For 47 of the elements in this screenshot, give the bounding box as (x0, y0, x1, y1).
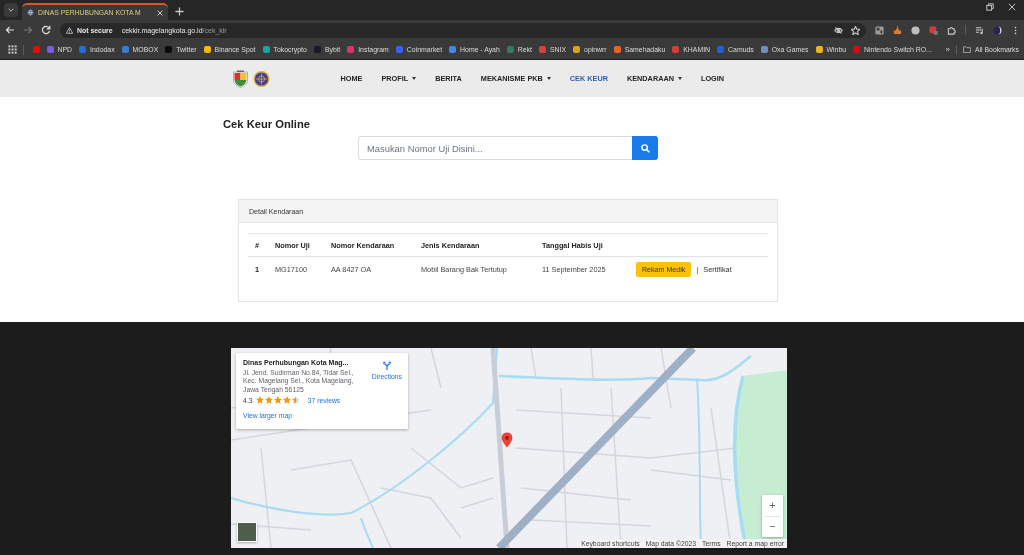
circle-icon (911, 25, 920, 35)
tray-icon (893, 25, 902, 35)
warning-icon (66, 26, 73, 34)
star-icon (264, 396, 273, 405)
grid-square-icon (875, 25, 884, 35)
close-icon[interactable] (157, 9, 163, 16)
profile-button[interactable] (993, 25, 1002, 35)
shield-logo-icon[interactable] (232, 69, 249, 88)
media-button[interactable] (975, 25, 984, 35)
star-icon (291, 396, 300, 405)
search-button[interactable] (632, 136, 658, 160)
tab-list-button[interactable] (4, 3, 18, 17)
chevron-down-icon (7, 6, 15, 14)
folder-icon (962, 46, 971, 53)
star-icon (273, 396, 282, 405)
forward-arrow-icon (23, 25, 33, 35)
extension-button[interactable] (893, 25, 902, 35)
more-bookmarks-button[interactable]: » (939, 45, 956, 54)
badge-tile-icon (929, 25, 938, 35)
extension-button[interactable] (911, 25, 920, 35)
directions-icon (382, 361, 391, 370)
extension-button[interactable] (929, 25, 938, 35)
plus-icon[interactable] (175, 7, 184, 16)
star-icon[interactable] (851, 25, 860, 35)
reload-button[interactable] (39, 23, 53, 37)
extensions-button[interactable] (947, 25, 956, 35)
playlist-icon (975, 25, 984, 35)
extension-button[interactable] (875, 25, 884, 35)
reload-icon (41, 25, 51, 35)
close-icon[interactable] (1008, 3, 1016, 11)
map-pin-icon[interactable] (501, 432, 513, 448)
search-icon (640, 143, 650, 153)
eye-slash-icon[interactable] (834, 25, 843, 35)
zoom-in-button[interactable]: + (762, 495, 783, 516)
star-icon (282, 396, 291, 405)
apps-grid-icon[interactable] (8, 45, 17, 54)
back-arrow-icon (5, 25, 15, 35)
page-title: Cek Keur Online (223, 118, 312, 131)
star-icon (255, 396, 264, 405)
globe-icon (27, 9, 34, 16)
satellite-view-button[interactable] (237, 522, 257, 542)
avatar-icon (993, 25, 1002, 35)
puzzle-icon (947, 25, 956, 35)
zoom-out-button[interactable]: − (762, 516, 783, 537)
emblem-logo-icon[interactable] (253, 69, 270, 88)
search-field[interactable]: Masukan Nomor Uji Disini... (358, 136, 632, 160)
restore-icon[interactable] (986, 3, 994, 11)
